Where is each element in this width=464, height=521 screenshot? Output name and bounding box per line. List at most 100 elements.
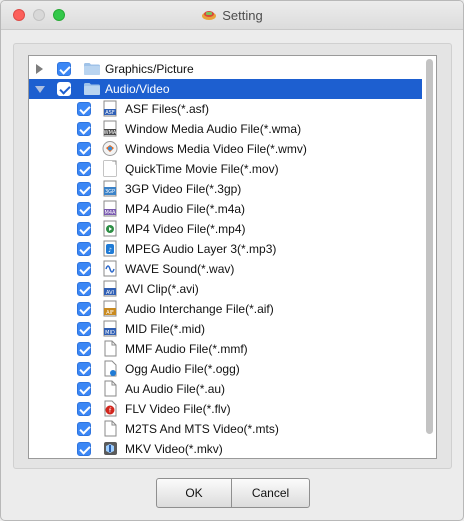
mov-file-icon: [103, 160, 117, 177]
checkbox[interactable]: [77, 342, 91, 356]
window-title: Setting: [222, 7, 263, 23]
tree-item-label: ASF Files(*.asf): [125, 102, 210, 116]
folder-icon: [84, 63, 100, 75]
checkbox[interactable]: [77, 402, 91, 416]
svg-text:3GP: 3GP: [105, 189, 115, 195]
folder-icon: [84, 83, 100, 95]
checkbox[interactable]: [77, 422, 91, 436]
mp4-file-icon: [103, 220, 117, 237]
tree-item-label: Ogg Audio File(*.ogg): [125, 362, 240, 376]
checkbox[interactable]: [77, 262, 91, 276]
checkbox[interactable]: [77, 242, 91, 256]
tree-file-type-row[interactable]: MP4 Video File(*.mp4): [29, 219, 422, 239]
checkbox[interactable]: [77, 142, 91, 156]
scrollbar-thumb[interactable]: [426, 59, 433, 434]
asf-file-icon: ASF: [103, 100, 117, 117]
disclosure-right-icon[interactable]: [36, 64, 43, 74]
tree-item-label: FLV Video File(*.flv): [125, 402, 231, 416]
tree-file-type-row[interactable]: Au Audio File(*.au): [29, 379, 422, 399]
disclosure-down-icon[interactable]: [35, 86, 45, 93]
tree-file-type-row[interactable]: MKV Video(*.mkv): [29, 439, 422, 458]
checkbox[interactable]: [77, 122, 91, 136]
tree-item-label: MKV Video(*.mkv): [125, 442, 223, 456]
mp3-file-icon: ♪: [103, 240, 117, 257]
mts-file-icon: [104, 420, 117, 437]
tree-file-type-row[interactable]: f FLV Video File(*.flv): [29, 399, 422, 419]
svg-text:WMA: WMA: [104, 130, 117, 136]
checkbox[interactable]: [77, 442, 91, 456]
settings-window: Setting Graphics/Picture Audio/Video ASF AS…: [0, 0, 464, 521]
au-file-icon: [104, 380, 117, 397]
tree-file-type-row[interactable]: MID MID File(*.mid): [29, 319, 422, 339]
wav-file-icon: [103, 260, 117, 277]
tree-item-label: AVI Clip(*.avi): [125, 282, 199, 296]
tree-item-label: Audio Interchange File(*.aif): [125, 302, 274, 316]
tree-item-label: MP4 Audio File(*.m4a): [125, 202, 246, 216]
app-icon: [202, 11, 217, 20]
checkbox[interactable]: [77, 102, 91, 116]
tree-file-type-row[interactable]: QuickTime Movie File(*.mov): [29, 159, 422, 179]
tree-file-type-row[interactable]: ASF ASF Files(*.asf): [29, 99, 422, 119]
tree-item-label: Windows Media Video File(*.wmv): [125, 142, 307, 156]
tree-category-row[interactable]: Audio/Video: [29, 79, 422, 99]
svg-text:AVI: AVI: [106, 290, 114, 296]
checkbox[interactable]: [77, 162, 91, 176]
tree-file-type-row[interactable]: ♪ MPEG Audio Layer 3(*.mp3): [29, 239, 422, 259]
svg-text:AIF: AIF: [106, 310, 114, 316]
tree-item-label: Window Media Audio File(*.wma): [125, 122, 302, 136]
file-type-tree[interactable]: Graphics/Picture Audio/Video ASF ASF Files(…: [28, 55, 437, 459]
tree-file-type-row[interactable]: MMF Audio File(*.mmf): [29, 339, 422, 359]
tree-item-label: WAVE Sound(*.wav): [125, 262, 235, 276]
vertical-scrollbar[interactable]: [426, 59, 434, 445]
checkbox[interactable]: [77, 222, 91, 236]
flv-file-icon: f: [104, 400, 117, 417]
ogg-file-icon: [104, 360, 117, 377]
tree-file-type-row[interactable]: 3GP 3GP Video File(*.3gp): [29, 179, 422, 199]
checkbox[interactable]: [77, 182, 91, 196]
tree-file-type-row[interactable]: M2TS And MTS Video(*.mts): [29, 419, 422, 439]
tree-category-row[interactable]: Graphics/Picture: [29, 59, 422, 79]
ok-button[interactable]: OK: [156, 478, 232, 508]
3gp-file-icon: 3GP: [103, 180, 117, 197]
tree-item-label: 3GP Video File(*.3gp): [125, 182, 242, 196]
checkbox[interactable]: [57, 82, 71, 96]
svg-text:♪: ♪: [108, 247, 112, 254]
svg-text:ASF: ASF: [105, 110, 115, 116]
tree-item-label: Audio/Video: [105, 82, 170, 96]
tree-file-type-row[interactable]: Windows Media Video File(*.wmv): [29, 139, 422, 159]
mmf-file-icon: [104, 340, 117, 357]
tree-file-type-row[interactable]: WMA Window Media Audio File(*.wma): [29, 119, 422, 139]
mid-file-icon: MID: [103, 320, 117, 337]
tree-file-type-row[interactable]: WAVE Sound(*.wav): [29, 259, 422, 279]
tree-file-type-row[interactable]: AIF Audio Interchange File(*.aif): [29, 299, 422, 319]
checkbox[interactable]: [57, 62, 71, 76]
avi-file-icon: AVI: [103, 280, 117, 297]
tree-item-label: MPEG Audio Layer 3(*.mp3): [125, 242, 277, 256]
title-bar[interactable]: Setting: [1, 1, 463, 30]
window-title-area: Setting: [1, 1, 463, 29]
tree-item-label: MP4 Video File(*.mp4): [125, 222, 246, 236]
wma-file-icon: WMA: [103, 120, 117, 137]
checkbox[interactable]: [77, 322, 91, 336]
mkv-file-icon: [104, 442, 117, 455]
tree-item-label: Au Audio File(*.au): [125, 382, 226, 396]
m4a-file-icon: M4A: [103, 200, 117, 217]
cancel-button[interactable]: Cancel: [231, 478, 310, 508]
tree-item-label: Graphics/Picture: [105, 62, 194, 76]
checkbox[interactable]: [77, 282, 91, 296]
tree-file-type-row[interactable]: AVI AVI Clip(*.avi): [29, 279, 422, 299]
tree-file-type-row[interactable]: Ogg Audio File(*.ogg): [29, 359, 422, 379]
tree-item-label: MMF Audio File(*.mmf): [125, 342, 248, 356]
tree-file-type-row[interactable]: M4A MP4 Audio File(*.m4a): [29, 199, 422, 219]
tree-item-label: M2TS And MTS Video(*.mts): [125, 422, 279, 436]
checkbox[interactable]: [77, 362, 91, 376]
checkbox[interactable]: [77, 302, 91, 316]
svg-text:MID: MID: [105, 330, 115, 336]
wmv-file-icon: [102, 141, 118, 156]
tree-item-label: MID File(*.mid): [125, 322, 205, 336]
checkbox[interactable]: [77, 202, 91, 216]
aif-file-icon: AIF: [103, 300, 117, 317]
tree-item-label: QuickTime Movie File(*.mov): [125, 162, 279, 176]
file-type-group: Graphics/Picture Audio/Video ASF ASF Files(…: [13, 43, 452, 469]
checkbox[interactable]: [77, 382, 91, 396]
